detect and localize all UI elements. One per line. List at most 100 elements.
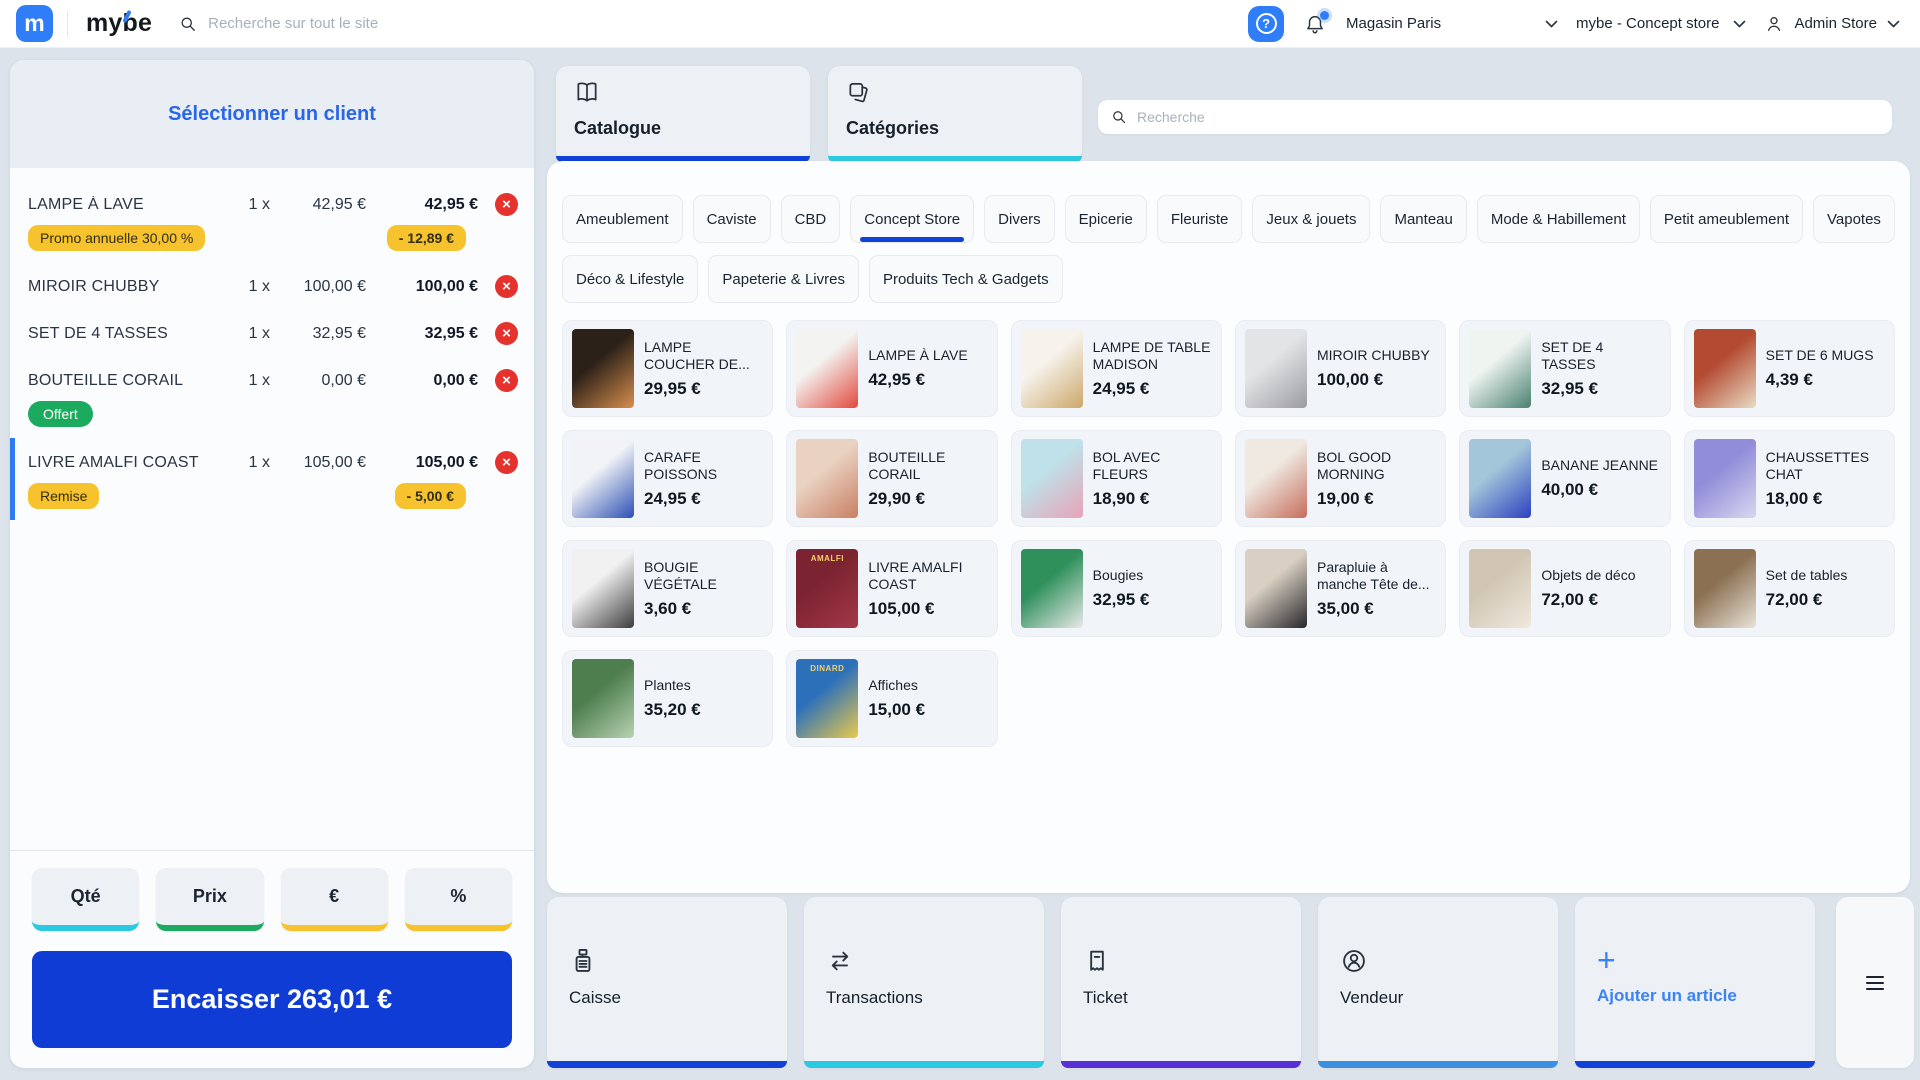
- cart-item-unit-price: 42,95 €: [270, 196, 366, 214]
- remove-item-button[interactable]: ×: [495, 369, 518, 392]
- category-chip[interactable]: Manteau: [1380, 195, 1466, 243]
- cart-item[interactable]: SET DE 4 TASSES 1 x 32,95 € 32,95 € ×: [10, 309, 534, 356]
- item-discount-badge: - 5,00 €: [395, 483, 466, 509]
- product-image: [1469, 549, 1531, 628]
- product-card[interactable]: LAMPE DE TABLE MADISON 24,95 €: [1011, 320, 1222, 417]
- product-card[interactable]: BOUGIE VÉGÉTALE 3,60 €: [562, 540, 773, 637]
- product-card[interactable]: LAMPE À LAVE 42,95 €: [786, 320, 997, 417]
- remove-item-button[interactable]: ×: [495, 322, 518, 345]
- nav-add-article[interactable]: + Ajouter un article: [1575, 897, 1815, 1068]
- product-card[interactable]: DINARD Affiches 15,00 €: [786, 650, 997, 747]
- product-image: [1694, 329, 1756, 408]
- user-icon: [1764, 14, 1784, 34]
- user-menu[interactable]: Admin Store: [1764, 14, 1900, 34]
- product-image: [1021, 329, 1083, 408]
- cart-item-name: LAMPE À LAVE: [28, 196, 226, 214]
- category-chip[interactable]: Mode & Habillement: [1477, 195, 1640, 243]
- product-info: SET DE 4 TASSES 32,95 €: [1541, 339, 1660, 399]
- chevron-down-icon: [1545, 20, 1558, 28]
- catalog-search[interactable]: [1098, 100, 1892, 134]
- tab-categories[interactable]: Catégories: [828, 66, 1082, 162]
- tab-label: Catalogue: [574, 118, 792, 139]
- product-card[interactable]: MIROIR CHUBBY 100,00 €: [1235, 320, 1446, 417]
- product-card[interactable]: Parapluie à manche Tête de... 35,00 €: [1235, 540, 1446, 637]
- cart-item[interactable]: MIROIR CHUBBY 1 x 100,00 € 100,00 € ×: [10, 262, 534, 309]
- category-chip[interactable]: Petit ameublement: [1650, 195, 1803, 243]
- remove-item-button[interactable]: ×: [495, 193, 518, 216]
- product-card[interactable]: LAMPE COUCHER DE... 29,95 €: [562, 320, 773, 417]
- store-selector[interactable]: Magasin Paris: [1346, 15, 1558, 32]
- product-card[interactable]: AMALFI LIVRE AMALFI COAST 105,00 €: [786, 540, 997, 637]
- product-card[interactable]: BOL GOOD MORNING 19,00 €: [1235, 430, 1446, 527]
- product-price: 72,00 €: [1541, 590, 1635, 610]
- category-chip[interactable]: Produits Tech & Gadgets: [869, 255, 1063, 303]
- nav-indicator: [804, 1061, 1044, 1068]
- product-card[interactable]: BOUTEILLE CORAIL 29,90 €: [786, 430, 997, 527]
- nav-transactions[interactable]: Transactions: [804, 897, 1044, 1068]
- tab-catalogue[interactable]: Catalogue: [556, 66, 810, 162]
- cart-action-button[interactable]: %: [405, 868, 512, 931]
- topbar-right: ? Magasin Paris mybe - Concept store Adm…: [1248, 6, 1900, 42]
- notification-badge: [1320, 11, 1329, 20]
- global-search[interactable]: [178, 14, 1234, 34]
- category-chip[interactable]: Ameublement: [562, 195, 683, 243]
- product-card[interactable]: SET DE 6 MUGS 4,39 €: [1684, 320, 1895, 417]
- cart-action-button[interactable]: Qté: [32, 868, 139, 931]
- product-info: LAMPE COUCHER DE... 29,95 €: [644, 339, 763, 399]
- remove-item-button[interactable]: ×: [495, 451, 518, 474]
- category-chip[interactable]: Vapotes: [1813, 195, 1895, 243]
- checkout-button[interactable]: Encaisser 263,01 €: [32, 951, 512, 1048]
- cart-item-total: 32,95 €: [366, 325, 478, 343]
- product-card[interactable]: Set de tables 72,00 €: [1684, 540, 1895, 637]
- cart-action-button[interactable]: €: [281, 868, 388, 931]
- product-card[interactable]: BOL AVEC FLEURS 18,90 €: [1011, 430, 1222, 527]
- category-chip[interactable]: Jeux & jouets: [1252, 195, 1370, 243]
- product-card[interactable]: Objets de déco 72,00 €: [1459, 540, 1670, 637]
- select-client-button[interactable]: Sélectionner un client: [10, 60, 534, 168]
- category-chip[interactable]: Déco & Lifestyle: [562, 255, 698, 303]
- cart-action-button[interactable]: Prix: [156, 868, 263, 931]
- product-image: [1245, 329, 1307, 408]
- account-selector[interactable]: mybe - Concept store: [1576, 15, 1746, 32]
- category-chip[interactable]: Epicerie: [1065, 195, 1147, 243]
- product-card[interactable]: Bougies 32,95 €: [1011, 540, 1222, 637]
- product-info: BOUTEILLE CORAIL 29,90 €: [868, 449, 987, 509]
- category-chip[interactable]: Caviste: [693, 195, 771, 243]
- cart-item[interactable]: BOUTEILLE CORAIL 1 x 0,00 € 0,00 € × Off…: [10, 356, 534, 438]
- notifications-button[interactable]: [1302, 11, 1328, 37]
- product-image: [572, 439, 634, 518]
- remove-item-button[interactable]: ×: [495, 275, 518, 298]
- cart-item[interactable]: LAMPE À LAVE 1 x 42,95 € 42,95 € × Promo…: [10, 180, 534, 262]
- cart-item-total: 105,00 €: [366, 454, 478, 472]
- app-logo[interactable]: m: [16, 5, 53, 42]
- cart-item-name: LIVRE AMALFI COAST: [28, 454, 226, 472]
- nav-ticket[interactable]: Ticket: [1061, 897, 1301, 1068]
- cart-item-quantity: 1 x: [226, 278, 270, 296]
- product-card[interactable]: CHAUSSETTES CHAT 18,00 €: [1684, 430, 1895, 527]
- catalog-search-input[interactable]: [1137, 109, 1880, 125]
- product-card[interactable]: SET DE 4 TASSES 32,95 €: [1459, 320, 1670, 417]
- nav-indicator: [547, 1061, 787, 1068]
- more-menu-button[interactable]: [1836, 897, 1914, 1068]
- category-chip[interactable]: Fleuriste: [1157, 195, 1243, 243]
- nav-vendeur[interactable]: Vendeur: [1318, 897, 1558, 1068]
- nav-label: Caisse: [569, 988, 787, 1008]
- bottom-navigation: Caisse Transactions Ticket Vendeur + Ajo…: [547, 897, 1914, 1068]
- product-image: [1694, 549, 1756, 628]
- category-chip[interactable]: Papeterie & Livres: [708, 255, 859, 303]
- category-chip[interactable]: Divers: [984, 195, 1055, 243]
- brand-wordmark: mybe: [82, 9, 152, 38]
- help-button[interactable]: ?: [1248, 6, 1284, 42]
- swatches-icon: [846, 79, 872, 105]
- global-search-input[interactable]: [208, 15, 548, 32]
- item-badge: Promo annuelle 30,00 %: [28, 225, 205, 251]
- cart-item[interactable]: LIVRE AMALFI COAST 1 x 105,00 € 105,00 €…: [10, 438, 534, 520]
- product-card[interactable]: Plantes 35,20 €: [562, 650, 773, 747]
- product-card[interactable]: CARAFE POISSONS 24,95 €: [562, 430, 773, 527]
- nav-caisse[interactable]: Caisse: [547, 897, 787, 1068]
- product-card[interactable]: BANANE JEANNE 40,00 €: [1459, 430, 1670, 527]
- transfer-arrows-icon: [826, 947, 854, 975]
- category-chip[interactable]: CBD: [781, 195, 841, 243]
- product-price: 42,95 €: [868, 370, 967, 390]
- category-chip[interactable]: Concept Store: [850, 195, 974, 243]
